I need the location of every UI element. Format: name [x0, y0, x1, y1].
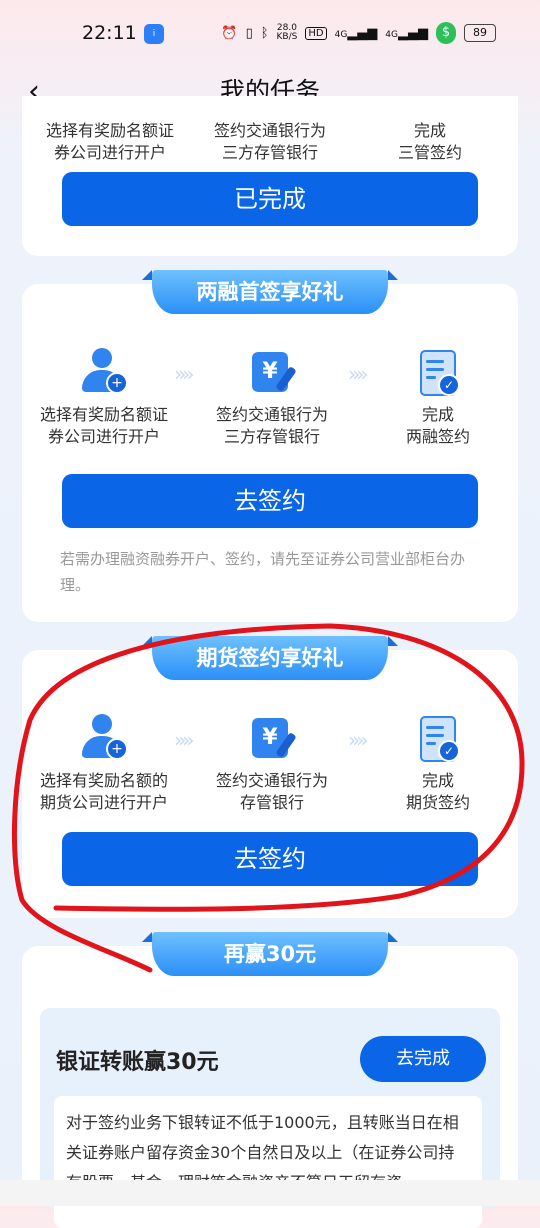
step-text: 选择有奖励名额证 券公司进行开户: [45, 121, 174, 162]
step-2: ¥ 签约交通银行为 三方存管银行: [192, 348, 352, 448]
step-text: 选择有奖励名额证 券公司进行开户: [39, 405, 168, 446]
transfer-task: 银证转账赢30元 去完成 对于签约业务下银转证不低于1000元，且转账当日在相关…: [40, 1008, 500, 1228]
step-text: 完成 三管签约: [397, 121, 462, 162]
vibrate-icon: ▯: [245, 25, 253, 41]
step-1: + 选择有奖励名额的 期货公司进行开户: [24, 714, 184, 814]
document-check-icon: ✓: [414, 348, 462, 396]
margin-note: 若需办理融资融券开户、签约，请先至证券公司营业部柜台办理。: [60, 550, 466, 594]
security-shield-icon: $: [436, 22, 456, 44]
signal-icon-2: 4G▂▄▆: [385, 25, 428, 41]
ribbon-title: 两融首签享好礼: [142, 270, 398, 314]
card-sanguan: 选择有奖励名额证 券公司进行开户 签约交通银行为 三方存管银行 完成 三管签约 …: [22, 96, 518, 256]
hd-icon: HD: [305, 26, 327, 40]
yuan-sign-icon: ¥: [248, 348, 297, 396]
go-complete-button[interactable]: 去完成: [360, 1036, 486, 1082]
add-person-icon: +: [80, 348, 128, 396]
document-check-icon: ✓: [414, 714, 462, 762]
step-text: 签约交通银行为 存管银行: [215, 771, 328, 812]
step-1: + 选择有奖励名额证 券公司进行开户: [24, 348, 184, 448]
step-2: ¥ 签约交通银行为 存管银行: [192, 714, 352, 814]
steps: 选择有奖励名额证 券公司进行开户 签约交通银行为 三方存管银行 完成 三管签约: [22, 96, 518, 162]
step-text: 完成 期货签约: [405, 771, 470, 812]
double-chevron-icon: »»: [174, 728, 195, 752]
task-description: 对于签约业务下银转证不低于1000元，且转账当日在相关证券账户留存资金30个自然…: [54, 1096, 482, 1228]
step-text: 签约交通银行为 三方存管银行: [213, 121, 326, 162]
step-3: 完成 三管签约: [350, 96, 510, 164]
step-text: 签约交通银行为 三方存管银行: [215, 405, 328, 446]
alarm-icon: ⏰: [221, 25, 238, 41]
step-1: 选择有奖励名额证 券公司进行开户: [30, 96, 190, 164]
battery-icon: 89: [464, 24, 496, 42]
step-3: ✓ 完成 两融签约: [358, 348, 518, 448]
steps: + 选择有奖励名额证 券公司进行开户 »» ¥ 签约交通银行为 三方存管银行 »…: [22, 348, 518, 458]
task-title: 银证转账赢30元: [56, 1050, 219, 1075]
card-margin: 两融首签享好礼 + 选择有奖励名额证 券公司进行开户 »» ¥ 签约交通银行为 …: [22, 270, 518, 622]
sign-button[interactable]: 去签约: [62, 474, 478, 528]
signal-icon-1: 4G▂▄▆: [334, 25, 378, 41]
step-text: 选择有奖励名额的 期货公司进行开户: [39, 771, 168, 812]
app-badge-icon: i: [144, 24, 164, 44]
futures-sign-button[interactable]: 去签约: [62, 832, 478, 886]
step-3: ✓ 完成 期货签约: [358, 714, 518, 814]
card-transfer: 再赢30元 银证转账赢30元 去完成 对于签约业务下银转证不低于1000元，且转…: [22, 932, 518, 1228]
step-2: 签约交通银行为 三方存管银行: [190, 96, 350, 164]
status-icons: ⏰ ▯ ᛒ 28.0 KB/S HD 4G▂▄▆ 4G▂▄▆ $ 89: [221, 22, 496, 44]
net-speed: 28.0 KB/S: [276, 23, 298, 42]
card-futures: 期货签约享好礼 + 选择有奖励名额的 期货公司进行开户 »» ¥ 签约交通银行为…: [22, 636, 518, 918]
clock: 22:11: [82, 22, 137, 44]
bluetooth-icon: ᛒ: [260, 25, 269, 41]
add-person-icon: +: [80, 714, 128, 762]
yuan-sign-icon: ¥: [248, 714, 297, 762]
status-bar: 22:11 i ⏰ ▯ ᛒ 28.0 KB/S HD 4G▂▄▆ 4G▂▄▆ $ …: [0, 0, 540, 68]
ribbon-title: 期货签约享好礼: [142, 636, 398, 680]
completed-button[interactable]: 已完成: [62, 172, 478, 226]
gesture-bar: [0, 1180, 540, 1206]
step-text: 完成 两融签约: [405, 405, 470, 446]
steps: + 选择有奖励名额的 期货公司进行开户 »» ¥ 签约交通银行为 存管银行 »»…: [22, 714, 518, 824]
double-chevron-icon: »»: [174, 362, 195, 386]
ribbon-title: 再赢30元: [142, 932, 398, 976]
